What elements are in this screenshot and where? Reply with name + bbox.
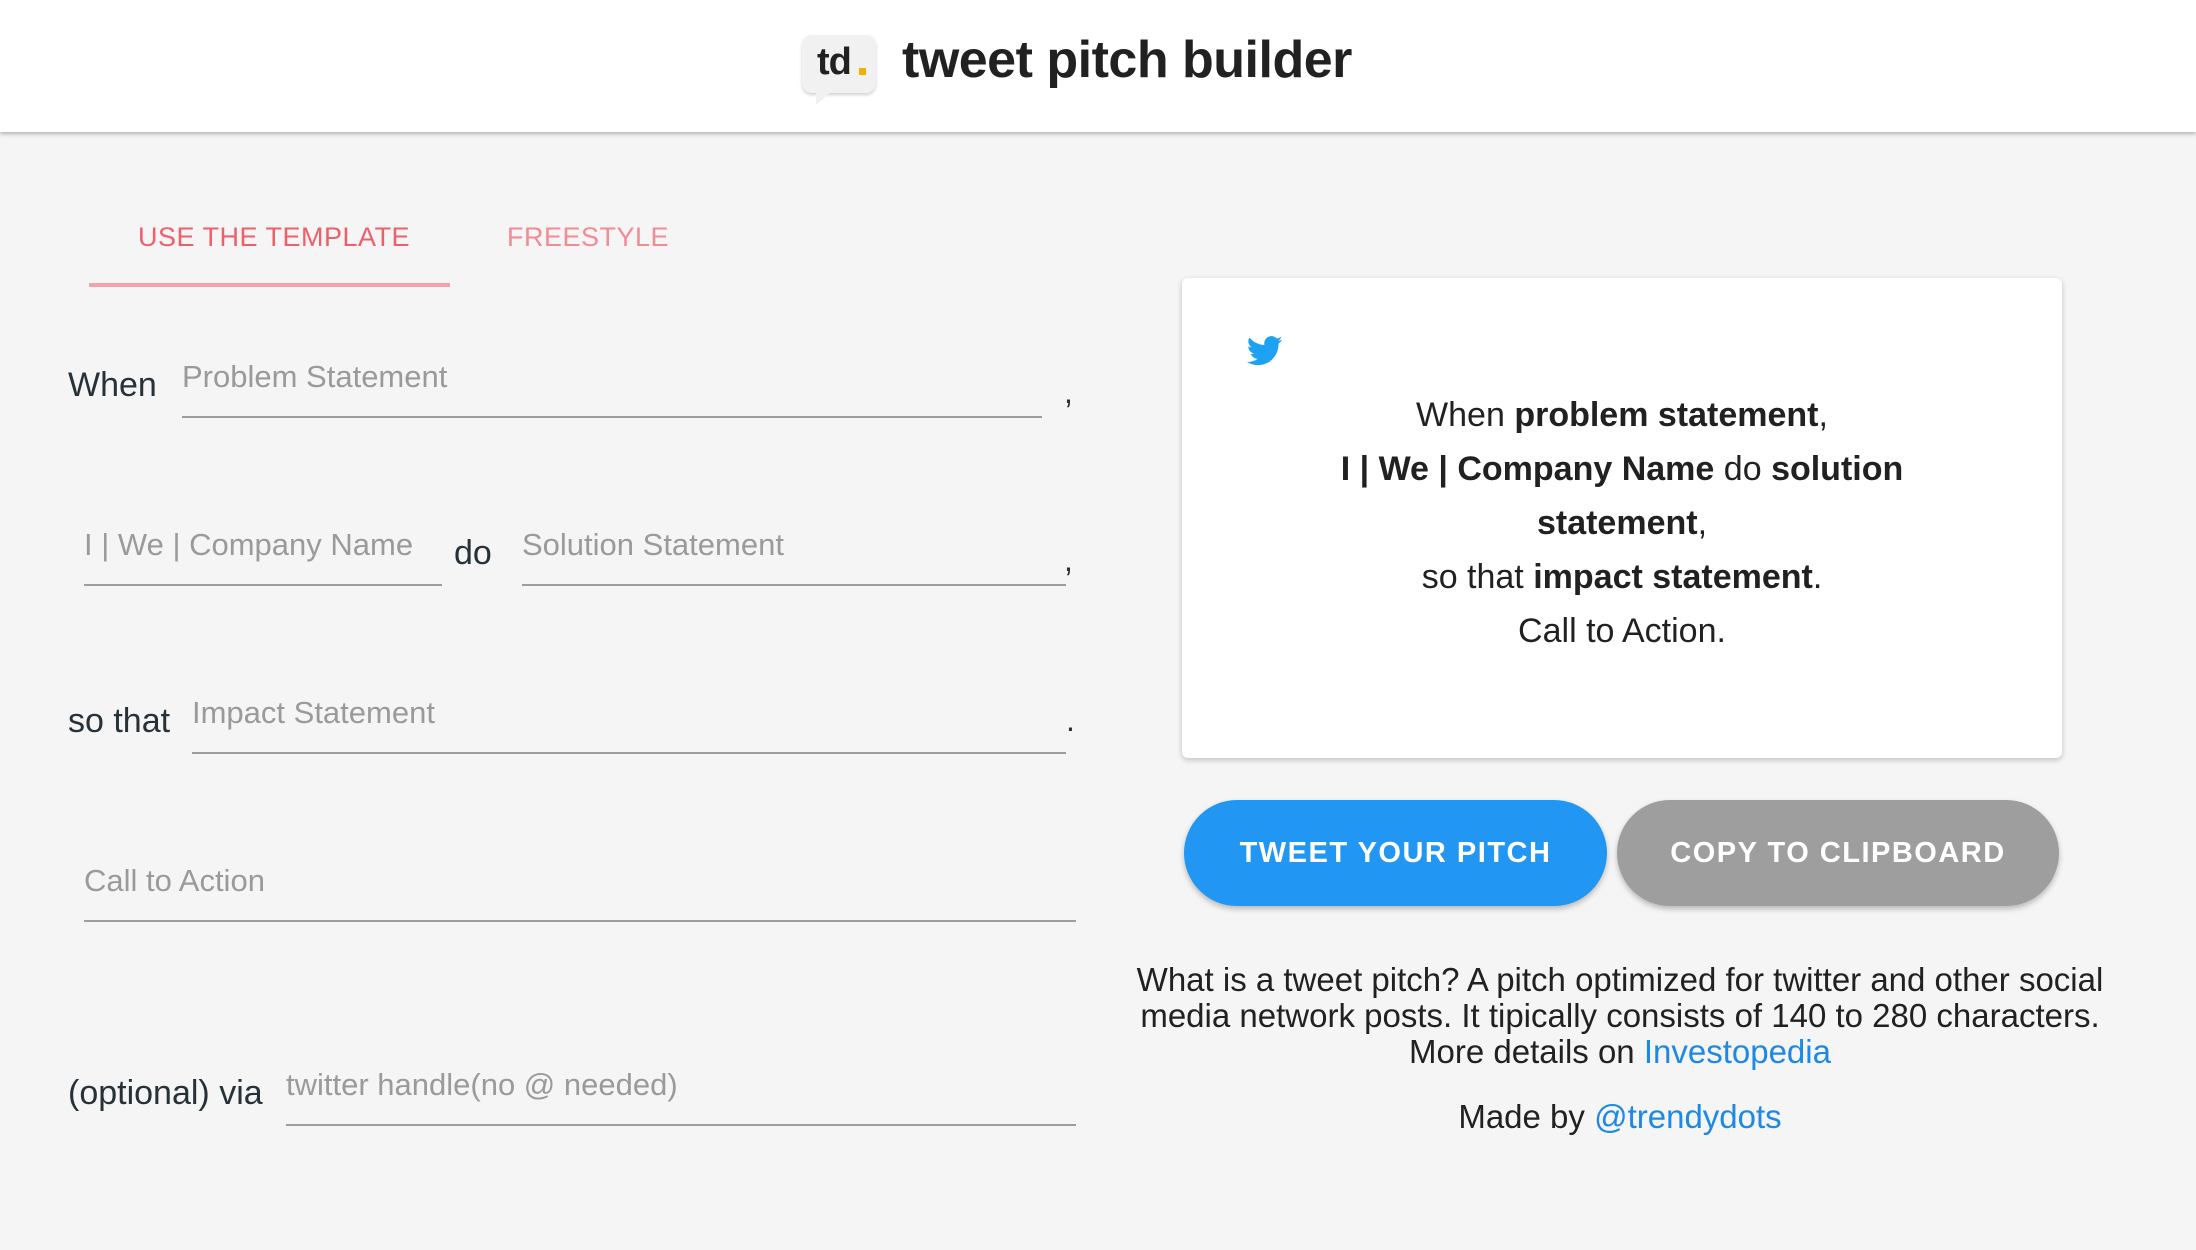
preview-problem: problem statement bbox=[1514, 396, 1819, 434]
copy-to-clipboard-button[interactable]: COPY TO CLIPBOARD bbox=[1617, 800, 2059, 906]
solution-statement-input[interactable] bbox=[522, 524, 1066, 586]
tweet-preview-card: When problem statement, I | We | Company… bbox=[1182, 278, 2062, 758]
tweet-pitch-info: What is a tweet pitch? A pitch optimized… bbox=[1100, 962, 2140, 1070]
preview-so-that: so that bbox=[1421, 558, 1524, 596]
trendydots-link[interactable]: @trendydots bbox=[1594, 1098, 1782, 1135]
comma-separator: , bbox=[1064, 542, 1073, 578]
do-label: do bbox=[454, 534, 492, 572]
company-name-input[interactable] bbox=[84, 524, 442, 586]
preview-impact: impact statement bbox=[1533, 558, 1813, 596]
when-label: When bbox=[68, 366, 157, 404]
tweet-preview-text: When problem statement, I | We | Company… bbox=[1302, 388, 1942, 658]
via-label: (optional) via bbox=[68, 1074, 263, 1112]
period-separator: . bbox=[1066, 702, 1075, 738]
twitter-handle-input[interactable] bbox=[286, 1064, 1076, 1126]
preview-who: I | We | Company Name bbox=[1340, 450, 1715, 488]
active-tab-indicator bbox=[89, 283, 450, 287]
impact-statement-input[interactable] bbox=[192, 692, 1066, 754]
preview-comma: , bbox=[1697, 504, 1708, 542]
made-by-credit: Made by @trendydots bbox=[1100, 1098, 2140, 1136]
investopedia-link[interactable]: Investopedia bbox=[1644, 1033, 1831, 1070]
info-text: What is a tweet pitch? A pitch optimized… bbox=[1136, 961, 2104, 1070]
logo-text: td bbox=[817, 41, 852, 83]
preview-cta: Call to Action. bbox=[1518, 612, 1726, 650]
tab-use-the-template[interactable]: USE THE TEMPLATE bbox=[138, 222, 410, 253]
preview-when: When bbox=[1416, 396, 1505, 434]
made-by-label: Made by bbox=[1458, 1098, 1585, 1135]
tweet-your-pitch-button[interactable]: TWEET YOUR PITCH bbox=[1184, 800, 1607, 906]
tab-freestyle[interactable]: FREESTYLE bbox=[507, 222, 669, 253]
call-to-action-input[interactable] bbox=[84, 860, 1076, 922]
trendydots-logo: td bbox=[802, 35, 876, 105]
preview-comma: , bbox=[1818, 396, 1828, 434]
twitter-bird-icon bbox=[1247, 336, 1283, 366]
logo-dot bbox=[859, 68, 866, 75]
comma-separator: , bbox=[1064, 374, 1073, 410]
problem-statement-input[interactable] bbox=[182, 356, 1042, 418]
preview-do: do bbox=[1723, 450, 1762, 488]
so-that-label: so that bbox=[68, 702, 171, 740]
preview-period: . bbox=[1812, 558, 1823, 596]
app-header: td tweet pitch builder bbox=[0, 0, 2196, 132]
app-title: tweet pitch builder bbox=[902, 31, 1352, 89]
